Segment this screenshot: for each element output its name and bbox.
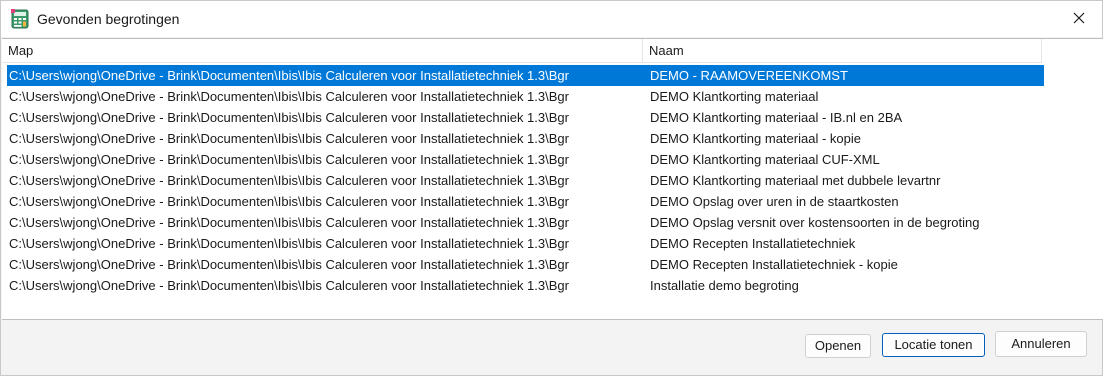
dialog-title: Gevonden begrotingen [37, 11, 180, 27]
show-location-button[interactable]: Locatie tonen [882, 333, 985, 357]
cell-map: C:\Users\wjong\OneDrive - Brink\Document… [9, 257, 569, 272]
list-item[interactable]: C:\Users\wjong\OneDrive - Brink\Document… [7, 149, 1044, 170]
list-item[interactable]: C:\Users\wjong\OneDrive - Brink\Document… [7, 170, 1044, 191]
list-item[interactable]: C:\Users\wjong\OneDrive - Brink\Document… [7, 254, 1044, 275]
list-item[interactable]: C:\Users\wjong\OneDrive - Brink\Document… [7, 128, 1044, 149]
list-item[interactable]: C:\Users\wjong\OneDrive - Brink\Document… [7, 212, 1044, 233]
cell-map: C:\Users\wjong\OneDrive - Brink\Document… [9, 173, 569, 188]
column-header-naam[interactable]: Naam [643, 39, 1042, 63]
column-header-map[interactable]: Map [2, 39, 643, 63]
cell-naam: DEMO Klantkorting materiaal CUF-XML [650, 152, 880, 167]
title-bar: Gevonden begrotingen [1, 1, 1102, 37]
cell-naam: DEMO - RAAMOVEREENKOMST [650, 68, 848, 83]
cell-naam: DEMO Opslag versnit over kostensoorten i… [650, 215, 980, 230]
cell-map: C:\Users\wjong\OneDrive - Brink\Document… [9, 68, 569, 83]
cell-map: C:\Users\wjong\OneDrive - Brink\Document… [9, 236, 569, 251]
cell-naam: DEMO Klantkorting materiaal - IB.nl en 2… [650, 110, 903, 125]
dialog-window: Gevonden begrotingen Map Naam C:\Users\w… [0, 0, 1103, 376]
cell-naam: DEMO Klantkorting materiaal [650, 89, 819, 104]
calculator-icon [11, 9, 29, 29]
cell-map: C:\Users\wjong\OneDrive - Brink\Document… [9, 131, 569, 146]
list-item[interactable]: C:\Users\wjong\OneDrive - Brink\Document… [7, 233, 1044, 254]
cell-naam: Installatie demo begroting [650, 278, 799, 293]
cell-map: C:\Users\wjong\OneDrive - Brink\Document… [9, 110, 569, 125]
cell-naam: DEMO Recepten Installatietechniek [650, 236, 856, 251]
cell-map: C:\Users\wjong\OneDrive - Brink\Document… [9, 215, 569, 230]
close-button[interactable] [1056, 1, 1102, 37]
results-listview[interactable]: Map Naam C:\Users\wjong\OneDrive - Brink… [2, 38, 1103, 320]
list-item[interactable]: C:\Users\wjong\OneDrive - Brink\Document… [7, 275, 1044, 296]
cancel-button[interactable]: Annuleren [995, 331, 1087, 357]
cell-map: C:\Users\wjong\OneDrive - Brink\Document… [9, 152, 569, 167]
cell-map: C:\Users\wjong\OneDrive - Brink\Document… [9, 278, 569, 293]
close-icon [1073, 12, 1085, 27]
list-header: Map Naam [2, 39, 1042, 63]
list-item[interactable]: C:\Users\wjong\OneDrive - Brink\Document… [7, 65, 1044, 86]
cell-naam: DEMO Klantkorting materiaal - kopie [650, 131, 861, 146]
list-item[interactable]: C:\Users\wjong\OneDrive - Brink\Document… [7, 86, 1044, 107]
cell-naam: DEMO Opslag over uren in de staartkosten [650, 194, 899, 209]
list-item[interactable]: C:\Users\wjong\OneDrive - Brink\Document… [7, 191, 1044, 212]
cell-naam: DEMO Klantkorting materiaal met dubbele … [650, 173, 941, 188]
list-rows: C:\Users\wjong\OneDrive - Brink\Document… [7, 65, 1044, 296]
list-item[interactable]: C:\Users\wjong\OneDrive - Brink\Document… [7, 107, 1044, 128]
cell-map: C:\Users\wjong\OneDrive - Brink\Document… [9, 89, 569, 104]
cell-map: C:\Users\wjong\OneDrive - Brink\Document… [9, 194, 569, 209]
cell-naam: DEMO Recepten Installatietechniek - kopi… [650, 257, 898, 272]
open-button[interactable]: Openen [805, 334, 871, 358]
